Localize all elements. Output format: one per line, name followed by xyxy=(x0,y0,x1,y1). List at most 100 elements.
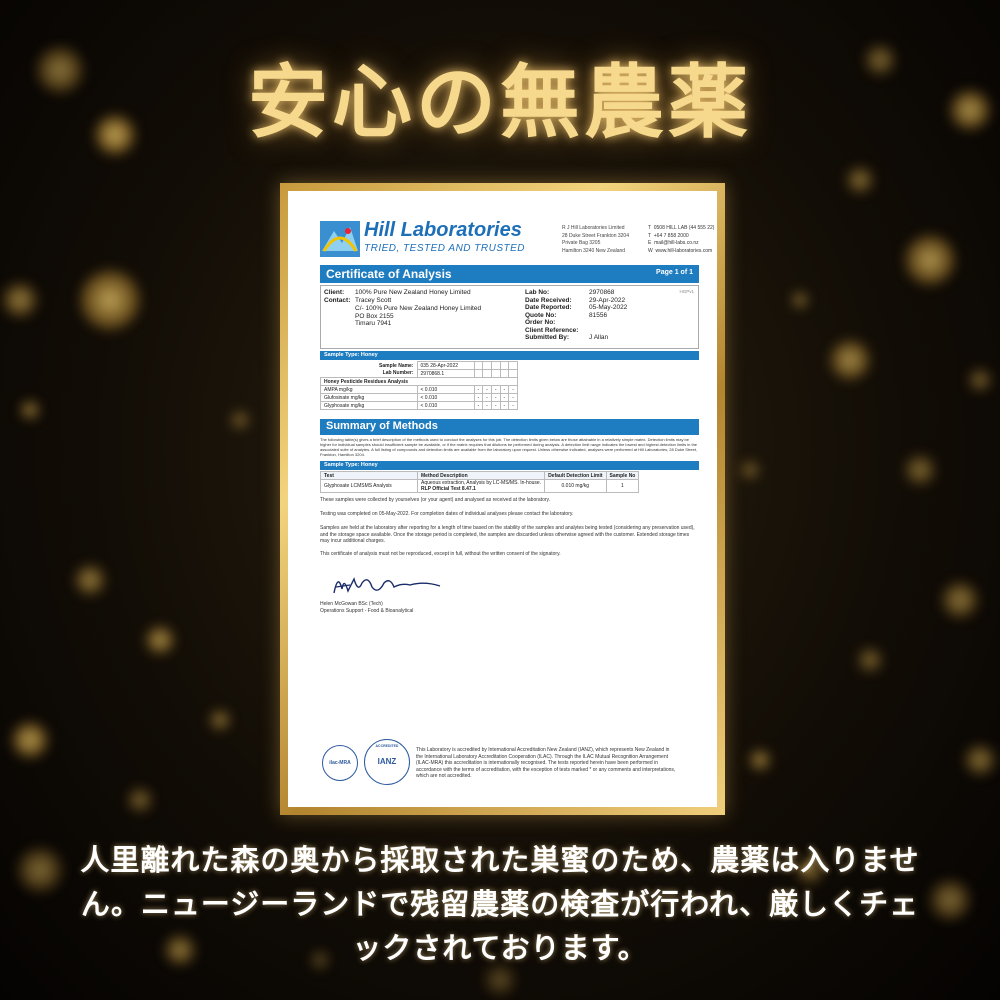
residue-empty: - xyxy=(482,385,492,394)
report-field-value: J Allan xyxy=(589,334,609,341)
bokeh-light xyxy=(930,880,970,920)
residue-empty: - xyxy=(473,401,484,410)
bokeh-light xyxy=(858,648,882,672)
residue-row: Glufosinate mg/kg < 0.010- - - - - xyxy=(320,393,518,402)
summary-text: The following table(s) gives a brief des… xyxy=(320,437,698,457)
bokeh-light xyxy=(750,750,770,770)
summary-title: Summary of Methods xyxy=(326,420,438,432)
sample-type-bar: Sample Type: Honey xyxy=(320,351,699,360)
residues-heading: Honey Pesticide Residues Analysis xyxy=(320,377,518,386)
bokeh-light xyxy=(830,340,870,380)
bokeh-light xyxy=(231,411,249,429)
lab-contact: T 0508 HILL LAB (44 555 22) T +64 7 858 … xyxy=(648,225,715,254)
lab-header: Hill Laboratories TRIED, TESTED AND TRUS… xyxy=(320,217,714,261)
page-title: 安心の無農薬 xyxy=(248,55,752,149)
residue-value: < 0.010 xyxy=(416,385,475,394)
bokeh-light xyxy=(847,167,873,193)
bokeh-light xyxy=(18,848,62,892)
contact-address: C/- 100% Pure New Zealand Honey Limited … xyxy=(355,305,482,327)
methods-column-header: Method Description xyxy=(416,471,546,480)
residue-empty: - xyxy=(490,401,501,410)
bokeh-light xyxy=(905,455,935,485)
bokeh-light xyxy=(21,401,39,419)
residue-value: < 0.010 xyxy=(416,393,475,402)
ianz-accredited: ACCREDITED xyxy=(375,744,399,748)
residue-empty: - xyxy=(499,393,510,402)
bokeh-light xyxy=(792,292,808,308)
residue-empty: - xyxy=(482,401,492,410)
note-collection: These samples were collected by yourselv… xyxy=(320,497,551,503)
bokeh-light xyxy=(741,461,759,479)
client-label: Client: xyxy=(324,289,345,296)
sample-type: Sample Type: Honey xyxy=(324,352,378,358)
residue-name: AMPA mg/kg xyxy=(320,385,418,394)
client-details: Client: 100% Pure New Zealand Honey Limi… xyxy=(320,285,699,349)
methods-column-header: Sample No xyxy=(605,471,640,480)
bokeh-light xyxy=(969,369,991,391)
methods-sample-type: Sample Type: Honey xyxy=(324,462,378,468)
caption-text: 人里離れた森の奥から採取された巣蜜のため、農薬は入りません。ニュージーランドで残… xyxy=(80,843,920,965)
residue-empty: - xyxy=(482,393,492,402)
report-field-value: 2970868 xyxy=(589,289,615,296)
note-completion: Testing was completed on 05-May-2022. Fo… xyxy=(320,511,574,517)
hill-labs-logo-icon xyxy=(320,221,360,257)
residue-value: < 0.010 xyxy=(416,401,475,410)
note-storage: Samples are held at the laboratory after… xyxy=(320,525,695,544)
certificate-title: Certificate of Analysis xyxy=(326,267,452,281)
lab-tagline: TRIED, TESTED AND TRUSTED xyxy=(364,243,526,254)
certificate-title-bar: Certificate of Analysis Page 1 of 1 xyxy=(320,265,699,283)
bokeh-light xyxy=(146,626,174,654)
residue-empty: - xyxy=(473,393,484,402)
residue-row: AMPA mg/kg < 0.010- - - - - xyxy=(320,385,518,394)
report-field-value: 05-May-2022 xyxy=(589,304,628,311)
results-table: Sample Name: 035 28-Apr-2022 Lab Number:… xyxy=(320,361,518,410)
residue-empty: - xyxy=(499,401,510,410)
residue-empty: - xyxy=(508,385,518,394)
sample-name: 035 28-Apr-2022 xyxy=(416,361,475,370)
method-sample-no: 1 xyxy=(605,479,640,493)
lab-number-label: Lab Number: xyxy=(382,370,414,377)
methods-column-header: Default Detection Limit xyxy=(544,471,607,480)
residue-empty: - xyxy=(499,385,510,394)
residue-name: Glyphosate mg/kg xyxy=(320,401,418,410)
certificate-frame: Hill Laboratories TRIED, TESTED AND TRUS… xyxy=(280,183,725,815)
report-field-label: Lab No: xyxy=(525,289,550,296)
lab-name: Hill Laboratories xyxy=(364,219,522,241)
bokeh-light xyxy=(905,235,955,285)
methods-table: Test Method Description Default Detection … xyxy=(320,471,640,493)
method-detection-limit: 0.010 mg/kg xyxy=(544,479,607,493)
report-field-value: 29-Apr-2022 xyxy=(589,296,626,304)
note-reproduction: This certificate of analysis must not be… xyxy=(320,551,561,557)
report-field-value: 81556 xyxy=(589,311,608,319)
contact-value: Tracey Scott xyxy=(355,297,392,304)
sample-name-label: Sample Name: xyxy=(379,362,414,369)
bokeh-light xyxy=(75,565,105,595)
residue-empty: - xyxy=(490,393,501,402)
ianz-label: IANZ xyxy=(377,757,397,766)
residue-empty: - xyxy=(508,393,518,402)
ianz-badge: ACCREDITED IANZ xyxy=(364,739,410,785)
lab-number: 2970868.1 xyxy=(416,369,475,378)
bokeh-light xyxy=(965,745,995,775)
method-test: Glyphosate LCMSMS Analysis xyxy=(320,479,418,493)
signature-icon xyxy=(333,577,441,594)
method-description: Aqueous extraction, Analysis by LC-MS/MS… xyxy=(416,479,546,493)
signatory-role: Operations Support - Food & Bioanalytica… xyxy=(320,608,414,614)
bokeh-light xyxy=(80,270,140,330)
bokeh-light xyxy=(128,788,152,812)
bokeh-light xyxy=(942,582,978,618)
residue-name: Glufosinate mg/kg xyxy=(320,393,418,402)
report-field-label: Date Received: xyxy=(525,296,572,304)
bokeh-light xyxy=(3,283,37,317)
methods-sample-bar: Sample Type: Honey xyxy=(320,461,699,470)
bokeh-light xyxy=(210,710,230,730)
report-field-label: Date Reported: xyxy=(525,304,572,311)
residue-empty: - xyxy=(508,401,518,410)
report-field-label: Quote No: xyxy=(525,311,557,319)
residue-row: Glyphosate mg/kg < 0.010- - - - - xyxy=(320,401,518,410)
page-number: Page 1 of 1 xyxy=(656,269,693,276)
residue-empty: - xyxy=(473,385,484,394)
lab-address: R J Hill Laboratories Limited 28 Duke St… xyxy=(562,225,629,254)
contact-label: Contact: xyxy=(324,297,351,304)
methods-column-header: Test xyxy=(320,471,418,480)
